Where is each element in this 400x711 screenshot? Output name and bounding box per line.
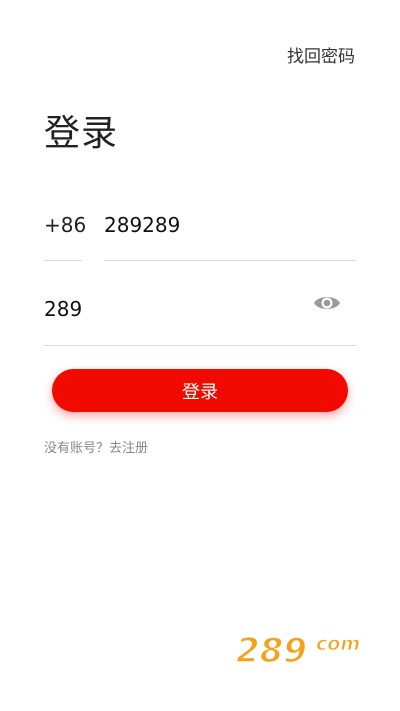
watermark-cn-text: 手游网 (306, 657, 357, 676)
login-button[interactable]: 登录 (52, 369, 348, 412)
eye-icon-graphic (314, 297, 340, 309)
eye-icon[interactable] (313, 292, 341, 314)
page-title: 登录 (44, 113, 119, 154)
country-code-underline (44, 260, 82, 261)
password-underline (44, 345, 356, 346)
watermark-domain: com (316, 633, 360, 655)
phone-input[interactable] (104, 210, 354, 240)
register-link[interactable]: 没有账号？去注册 (44, 437, 148, 456)
password-input[interactable] (44, 294, 294, 324)
phone-underline (104, 260, 356, 261)
forgot-password-link[interactable]: 找回密码 (287, 42, 355, 67)
watermark-digits: 289 (236, 631, 307, 671)
site-watermark-logo: 289 com 手游网 (234, 628, 380, 678)
country-code-selector[interactable]: +86 (44, 210, 86, 240)
